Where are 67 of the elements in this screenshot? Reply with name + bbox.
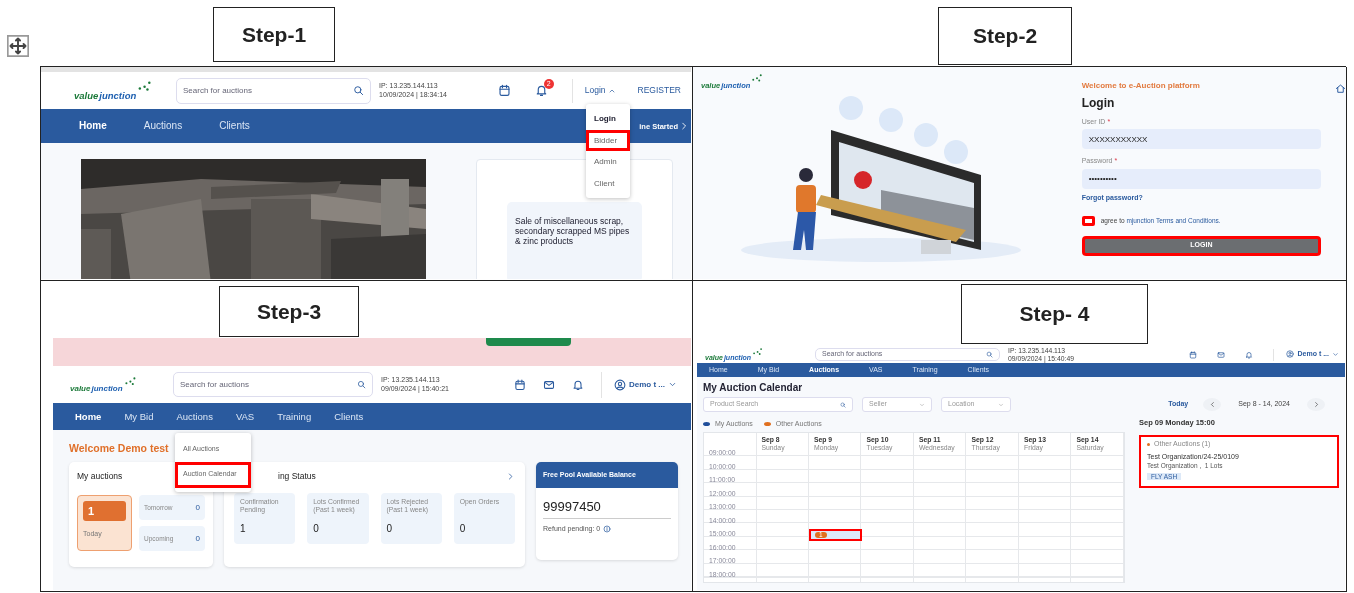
- search-field[interactable]: Search for auctions: [176, 77, 371, 104]
- calendar-icon[interactable]: [1189, 350, 1198, 359]
- menu-item[interactable]: Bidder: [586, 129, 630, 152]
- mail-icon[interactable]: [1217, 350, 1226, 359]
- mail-icon[interactable]: [543, 378, 555, 391]
- nav-tab[interactable]: Home: [75, 410, 102, 423]
- bell-icon[interactable]: [534, 84, 548, 97]
- register-link[interactable]: REGISTER: [637, 85, 681, 96]
- welcome-text: Welcome to e-Auction platform: [1081, 81, 1201, 91]
- move-handle-icon[interactable]: [7, 35, 29, 57]
- page-title: My Auction Calendar: [703, 382, 804, 394]
- search-icon[interactable]: [353, 85, 364, 96]
- today-count: 1: [83, 501, 126, 522]
- calendar-icon[interactable]: [514, 378, 526, 391]
- home-icon[interactable]: [1335, 83, 1346, 95]
- bell-icon[interactable]: [1245, 350, 1254, 359]
- search-field[interactable]: Search for auctions: [173, 372, 373, 397]
- search-icon[interactable]: [357, 380, 366, 389]
- user-icon[interactable]: [614, 378, 626, 391]
- search-placeholder: Search for auctions: [183, 85, 252, 96]
- calendar-icon[interactable]: [497, 84, 511, 97]
- menu-item[interactable]: Admin: [586, 151, 630, 173]
- nav-tab[interactable]: Home: [79, 120, 107, 132]
- nav-tab[interactable]: Training: [277, 410, 312, 423]
- chevron-left-icon[interactable]: [1208, 401, 1216, 408]
- chevron-right-icon[interactable]: [679, 121, 689, 131]
- step-label: Step-1: [213, 7, 335, 62]
- nav-tab[interactable]: Clients: [334, 410, 364, 423]
- menu-item[interactable]: Client: [586, 172, 630, 195]
- chevron-down-icon[interactable]: [668, 380, 677, 389]
- tile-count: 0: [195, 502, 200, 513]
- stat-value: 0: [459, 523, 467, 536]
- logo[interactable]: valuejunction: [74, 80, 176, 101]
- nav-tab[interactable]: Auctions: [143, 120, 183, 132]
- chevron-right-icon[interactable]: [1312, 401, 1320, 408]
- nav-tab[interactable]: My Bid: [124, 410, 154, 423]
- step-label: Step-3: [219, 286, 359, 337]
- input-field[interactable]: ••••••••••: [1081, 168, 1321, 189]
- welcome-text: Welcome Demo test: [69, 442, 169, 456]
- status-dot: [1147, 442, 1150, 446]
- bell-icon[interactable]: [572, 378, 584, 391]
- search-icon[interactable]: [840, 401, 846, 408]
- nav-tab[interactable]: Auctions: [176, 410, 213, 423]
- balance-amount: 99997450: [543, 499, 671, 519]
- nav-tab[interactable]: Clients: [219, 120, 250, 132]
- search-placeholder: Search for auctions: [180, 379, 249, 390]
- stat-value: 0: [386, 523, 394, 536]
- tile-count: 0: [195, 533, 200, 544]
- user-icon[interactable]: [1286, 350, 1295, 359]
- stat-value: 0: [313, 523, 320, 536]
- logo[interactable]: valuejunction: [70, 375, 173, 394]
- search-icon[interactable]: [986, 351, 993, 358]
- menu-item[interactable]: Login: [586, 108, 630, 130]
- card-title: ing Status: [278, 471, 316, 482]
- checkbox[interactable]: [1081, 215, 1095, 226]
- login-button[interactable]: Login: [584, 85, 616, 96]
- step-label: Step- 4: [961, 284, 1148, 344]
- chevron-down-icon[interactable]: [1332, 351, 1339, 358]
- login-title: Login: [1081, 95, 1116, 110]
- chevron-right-icon[interactable]: [506, 471, 515, 481]
- step-label: Step-2: [938, 7, 1072, 65]
- stat-value: 1: [240, 523, 247, 536]
- card-title: My auctions: [77, 471, 123, 482]
- info-icon: [603, 524, 612, 533]
- nav-tab[interactable]: VAS: [235, 410, 255, 423]
- input-field[interactable]: XXXXXXXXXXX: [1081, 129, 1321, 150]
- user-menu[interactable]: Demo t ...: [614, 378, 677, 391]
